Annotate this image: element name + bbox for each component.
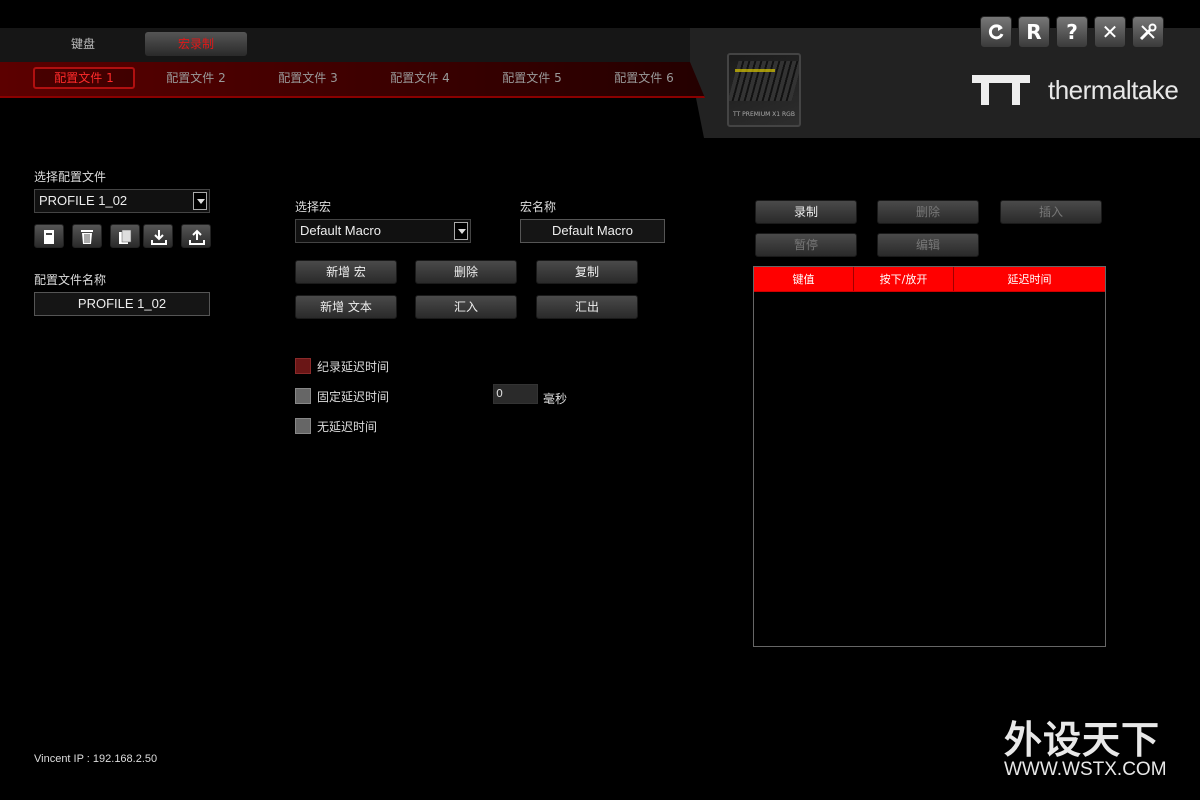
macro-name-label: 宏名称	[520, 200, 557, 214]
edit-button[interactable]: 编辑	[877, 233, 979, 257]
insert-key-button[interactable]: 插入	[1000, 200, 1102, 224]
new-profile-button[interactable]	[34, 224, 64, 248]
import-macro-button[interactable]: 汇入	[415, 295, 517, 319]
macro-select-value: Default Macro	[300, 223, 381, 238]
copy-macro-button[interactable]: 复制	[536, 260, 638, 284]
brand-name: thermaltake	[1048, 74, 1179, 105]
profile-name-field[interactable]: PROFILE 1_02	[34, 292, 210, 316]
profile-tab-6[interactable]: 配置文件 6	[593, 67, 695, 89]
profile-tab-2[interactable]: 配置文件 2	[145, 67, 247, 89]
fixed-delay-label: 固定延迟时间	[317, 389, 390, 404]
column-press-release: 按下/放开	[854, 267, 954, 291]
import-profile-button[interactable]	[143, 224, 173, 248]
tab-keyboard[interactable]: 键盘	[32, 32, 134, 56]
delete-profile-button[interactable]	[72, 224, 102, 248]
keyboard-image	[729, 61, 799, 101]
fixed-delay-option[interactable]: 固定延迟时间	[295, 388, 389, 404]
macro-event-table[interactable]: 键值 按下/放开 延迟时间	[753, 266, 1106, 647]
refresh-button[interactable]	[980, 16, 1012, 48]
chevron-down-icon[interactable]	[454, 222, 468, 240]
profile-select[interactable]: PROFILE 1_02	[34, 189, 210, 213]
table-header: 键值 按下/放开 延迟时间	[754, 267, 1105, 292]
profile-name-label: 配置文件名称	[34, 273, 107, 287]
profile-tab-3[interactable]: 配置文件 3	[257, 67, 359, 89]
settings-button[interactable]	[1132, 16, 1164, 48]
record-button[interactable]: 录制	[755, 200, 857, 224]
profile-tab-1[interactable]: 配置文件 1	[33, 67, 135, 89]
profile-tab-5[interactable]: 配置文件 5	[481, 67, 583, 89]
export-icon	[189, 229, 205, 245]
add-text-button[interactable]: 新增 文本	[295, 295, 397, 319]
import-icon	[151, 230, 167, 245]
no-delay-label: 无延迟时间	[317, 419, 378, 434]
record-delay-checkbox[interactable]	[295, 358, 311, 374]
chevron-down-icon[interactable]	[193, 192, 207, 210]
fixed-delay-input[interactable]: 0	[493, 384, 538, 404]
help-button[interactable]: ?	[1056, 16, 1088, 48]
export-macro-button[interactable]: 汇出	[536, 295, 638, 319]
select-macro-label: 选择宏	[295, 200, 332, 214]
close-button[interactable]: ✕	[1094, 16, 1126, 48]
macro-select[interactable]: Default Macro	[295, 219, 471, 243]
watermark: 外设天下 WWW.WSTX.COM	[1004, 718, 1184, 780]
pause-button[interactable]: 暂停	[755, 233, 857, 257]
no-delay-checkbox[interactable]	[295, 418, 311, 434]
record-delay-option[interactable]: 纪录延迟时间	[295, 358, 389, 374]
delete-key-button[interactable]: 删除	[877, 200, 979, 224]
refresh-icon	[988, 24, 1004, 40]
profile-select-value: PROFILE 1_02	[39, 193, 128, 208]
fixed-delay-checkbox[interactable]	[295, 388, 311, 404]
delay-unit-label: 毫秒	[543, 392, 568, 406]
brand-logo: thermaltake	[970, 70, 1179, 110]
add-macro-button[interactable]: 新增 宏	[295, 260, 397, 284]
column-key-value: 键值	[754, 267, 854, 291]
watermark-text: 外设天下	[1004, 718, 1161, 762]
new-file-icon	[44, 230, 54, 244]
delete-macro-button[interactable]: 删除	[415, 260, 517, 284]
record-delay-label: 纪录延迟时间	[317, 359, 390, 374]
macro-name-field[interactable]: Default Macro	[520, 219, 665, 243]
product-thumbnail[interactable]: TT PREMIUM X1 RGB	[727, 53, 801, 127]
tools-icon	[1139, 23, 1157, 41]
ip-status: Vincent IP : 192.168.2.50	[34, 753, 158, 765]
export-profile-button[interactable]	[181, 224, 211, 248]
no-delay-option[interactable]: 无延迟时间	[295, 418, 377, 434]
product-name: TT PREMIUM X1 RGB	[733, 111, 795, 118]
copy-icon	[119, 229, 132, 244]
reset-button[interactable]: R	[1018, 16, 1050, 48]
tab-macro-record[interactable]: 宏录制	[145, 32, 247, 56]
trash-icon	[81, 230, 93, 244]
copy-profile-button[interactable]	[110, 224, 140, 248]
tt-logo-icon	[970, 73, 1032, 107]
select-profile-label: 选择配置文件	[34, 170, 107, 184]
column-delay-time: 延迟时间	[1007, 273, 1052, 286]
watermark-url: WWW.WSTX.COM	[1004, 759, 1167, 780]
profile-tab-4[interactable]: 配置文件 4	[369, 67, 471, 89]
